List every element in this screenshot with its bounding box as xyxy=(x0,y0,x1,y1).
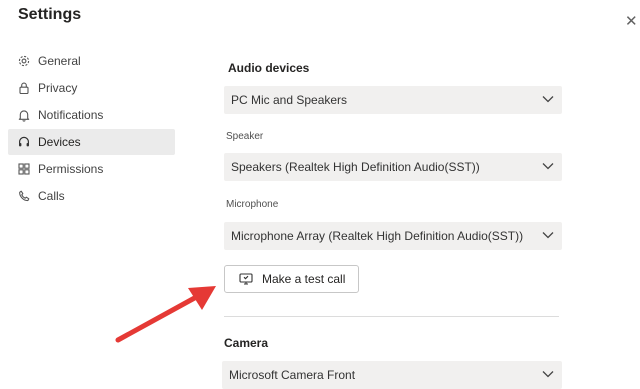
section-divider xyxy=(224,316,559,317)
speaker-label: Speaker xyxy=(226,131,264,142)
lock-icon xyxy=(17,81,31,95)
nav-item-general[interactable]: General xyxy=(8,48,175,74)
chevron-down-icon xyxy=(542,232,554,239)
chevron-down-icon xyxy=(542,96,554,103)
phone-icon xyxy=(17,189,31,203)
headset-icon xyxy=(17,135,31,149)
close-icon[interactable]: ✕ xyxy=(625,14,638,29)
nav-item-devices[interactable]: Devices xyxy=(8,129,175,155)
test-call-icon xyxy=(239,273,253,285)
nav-item-permissions[interactable]: Permissions xyxy=(8,156,175,182)
bell-icon xyxy=(17,108,31,122)
grid-icon xyxy=(17,162,31,176)
audio-device-dropdown[interactable]: PC Mic and Speakers xyxy=(224,86,562,114)
microphone-value: Microphone Array (Realtek High Definitio… xyxy=(231,229,524,243)
nav-label-devices: Devices xyxy=(38,135,81,149)
microphone-label: Microphone xyxy=(226,199,279,210)
microphone-dropdown[interactable]: Microphone Array (Realtek High Definitio… xyxy=(224,222,562,250)
make-test-call-button[interactable]: Make a test call xyxy=(224,265,359,293)
nav-item-privacy[interactable]: Privacy xyxy=(8,75,175,101)
speaker-value: Speakers (Realtek High Definition Audio(… xyxy=(231,160,480,174)
gear-icon xyxy=(17,54,31,68)
nav-item-calls[interactable]: Calls xyxy=(8,183,175,209)
settings-nav: General Privacy Notifications Devices Pe… xyxy=(8,48,175,210)
nav-label-privacy: Privacy xyxy=(38,81,78,95)
settings-title: Settings xyxy=(18,6,82,23)
camera-heading: Camera xyxy=(224,336,269,350)
nav-label-notifications: Notifications xyxy=(38,108,104,122)
nav-label-calls: Calls xyxy=(38,189,65,203)
chevron-down-icon xyxy=(542,371,554,378)
audio-devices-heading: Audio devices xyxy=(228,61,310,75)
camera-dropdown[interactable]: Microsoft Camera Front xyxy=(222,361,562,389)
speaker-dropdown[interactable]: Speakers (Realtek High Definition Audio(… xyxy=(224,153,562,181)
annotation-arrow xyxy=(115,286,216,343)
nav-item-notifications[interactable]: Notifications xyxy=(8,102,175,128)
camera-value: Microsoft Camera Front xyxy=(229,368,356,382)
audio-device-value: PC Mic and Speakers xyxy=(231,93,348,107)
nav-label-permissions: Permissions xyxy=(38,162,104,176)
chevron-down-icon xyxy=(542,163,554,170)
nav-label-general: General xyxy=(38,54,81,68)
test-call-label: Make a test call xyxy=(262,272,346,286)
